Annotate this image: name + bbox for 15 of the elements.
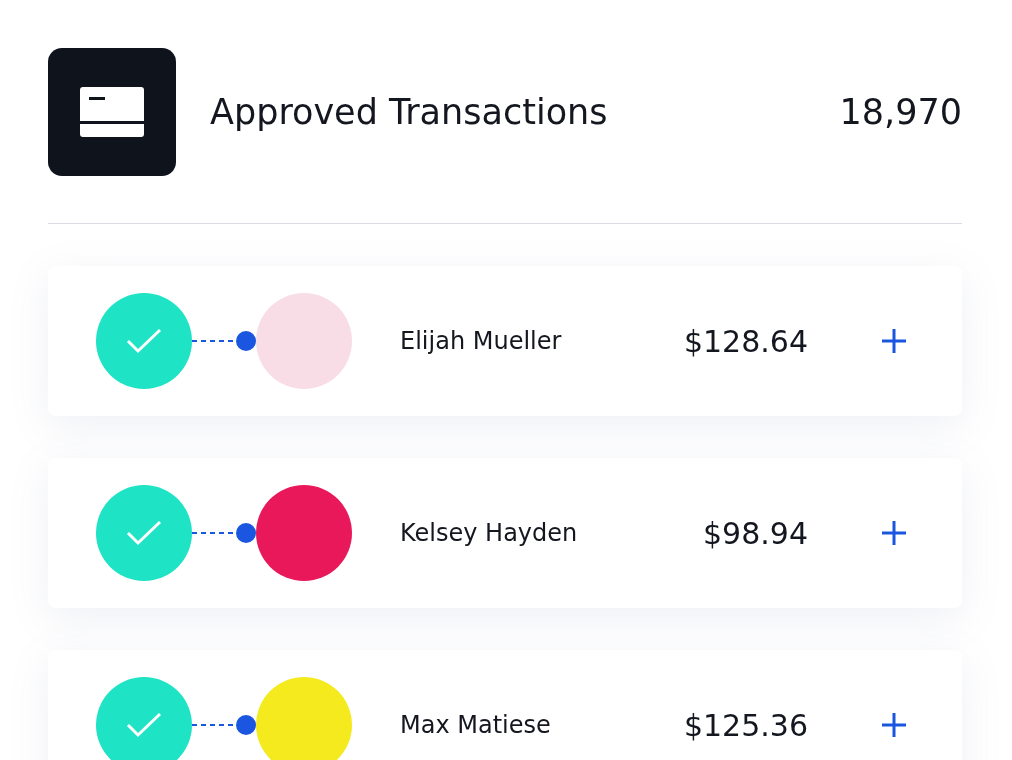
connector-line <box>192 331 256 351</box>
transaction-amount: $98.94 <box>702 515 808 551</box>
add-button[interactable] <box>880 519 908 547</box>
add-button[interactable] <box>880 711 908 739</box>
add-button[interactable] <box>880 327 908 355</box>
customer-name: Kelsey Hayden <box>400 519 579 547</box>
customer-name: Max Matiese <box>400 711 552 739</box>
connector-line <box>192 715 256 735</box>
card-icon <box>80 87 144 137</box>
transaction-amount: $125.36 <box>682 707 808 743</box>
connector-line <box>192 523 256 543</box>
transaction-amount: $128.64 <box>682 323 808 359</box>
customer-name: Elijah Mueller <box>400 327 563 355</box>
transaction-count: 18,970 <box>839 92 962 132</box>
header-title: Approved Transactions <box>210 92 609 132</box>
